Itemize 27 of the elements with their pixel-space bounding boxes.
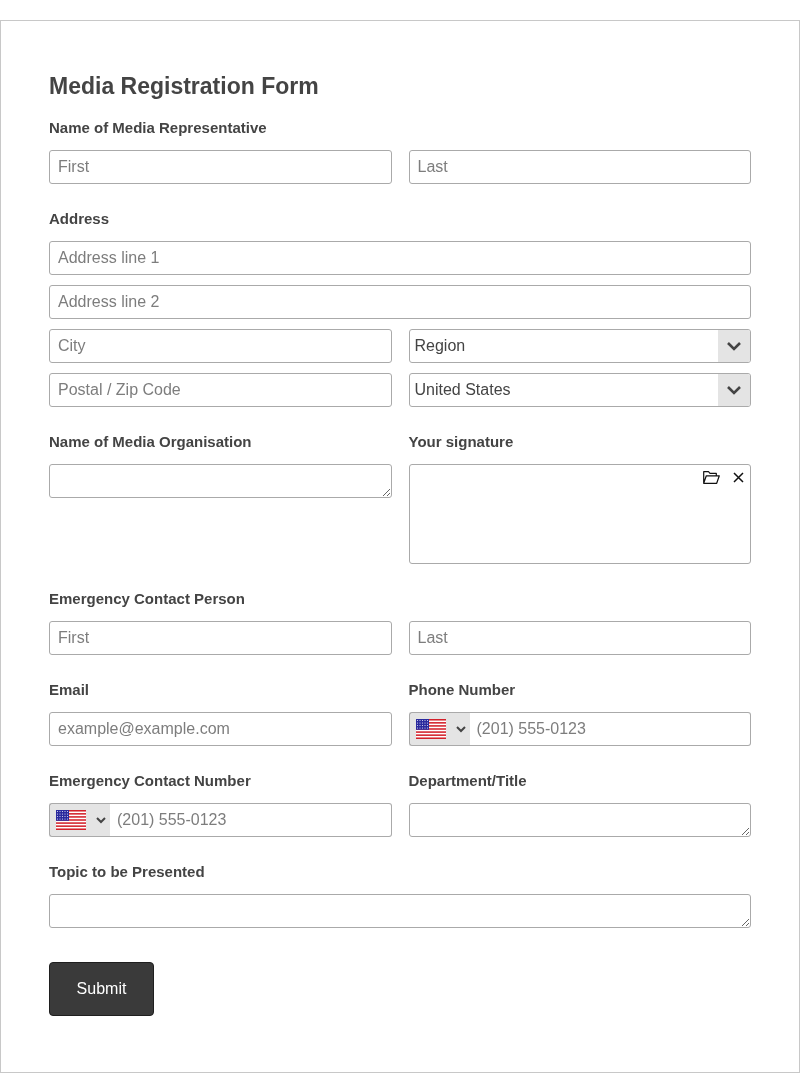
last-name-input[interactable]: Last — [408, 621, 751, 655]
chevron-down-icon — [718, 330, 750, 362]
city-input[interactable]: City — [49, 329, 392, 363]
field-label: Phone Number — [408, 680, 517, 700]
submit-button[interactable]: Submit — [49, 962, 154, 1016]
last-name-input[interactable]: Last — [408, 150, 751, 184]
address-line-input[interactable]: Address line 1 — [49, 241, 751, 275]
folder-icon[interactable] — [703, 471, 720, 484]
first-name-input[interactable]: First — [49, 150, 392, 184]
field-label: Department/Title — [408, 771, 528, 791]
field-label: Your signature — [408, 432, 515, 452]
address-line-input[interactable]: Address line 2 — [49, 285, 751, 319]
country-select[interactable]: United States — [408, 373, 751, 407]
form-title: Media Registration Form — [49, 72, 320, 101]
field-label: Topic to be Presented — [49, 862, 206, 882]
field-label: Emergency Contact Number — [49, 771, 252, 791]
field-label: Name of Media Organisation — [49, 432, 253, 452]
field-label: Email — [49, 680, 91, 700]
region-select[interactable]: Region — [408, 329, 751, 363]
close-icon[interactable] — [733, 472, 744, 483]
field-label: Address — [49, 209, 111, 229]
field-label: Name of Media Representative — [49, 118, 268, 138]
postal-code-input[interactable]: Postal / Zip Code — [49, 373, 392, 407]
email-input[interactable]: example@example.com — [49, 712, 392, 746]
field-label: Emergency Contact Person — [49, 589, 246, 609]
chevron-down-icon — [718, 374, 750, 406]
first-name-input[interactable]: First — [49, 621, 392, 655]
